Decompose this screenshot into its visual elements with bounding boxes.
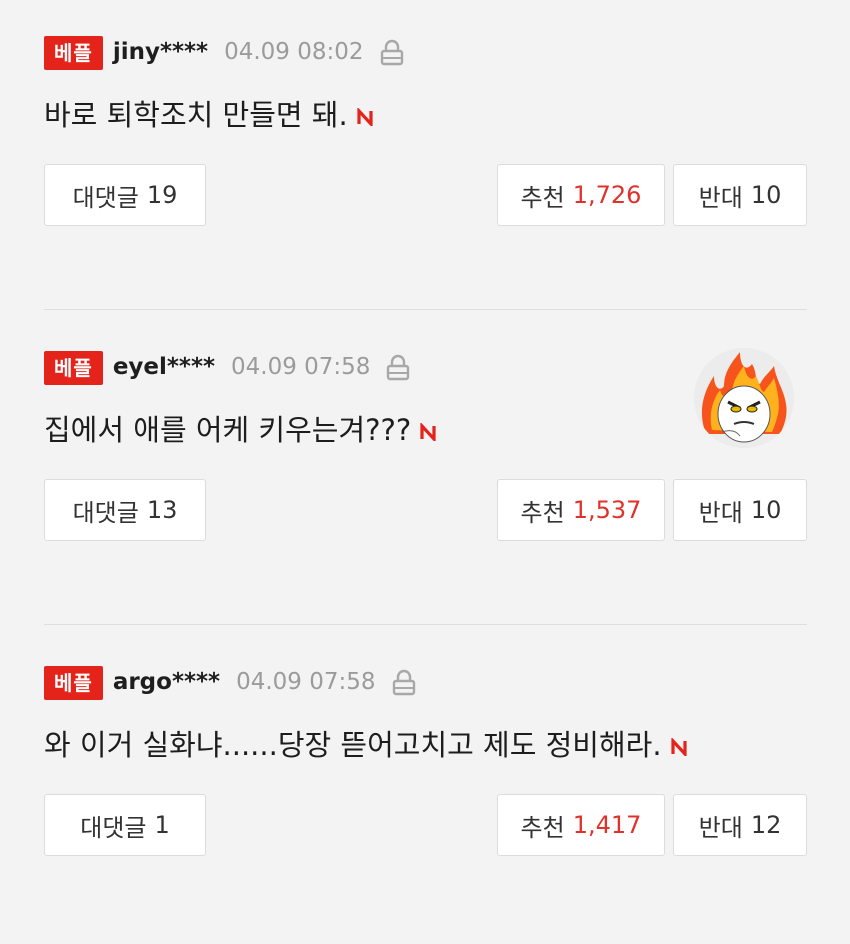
comment-header: 베플 eyel**** 04.09 07:58 [44, 351, 410, 385]
dislike-button[interactable]: 반대 10 [673, 479, 807, 541]
divider [44, 309, 807, 310]
timestamp: 04.09 07:58 [236, 669, 376, 695]
new-n-icon [356, 99, 374, 129]
dislike-button[interactable]: 반대 10 [673, 164, 807, 226]
best-badge: 베플 [44, 36, 103, 70]
like-count: 1,417 [572, 811, 642, 839]
username[interactable]: jiny**** [113, 39, 208, 65]
best-badge: 베플 [44, 351, 103, 385]
comment-text: 바로 퇴학조치 만들면 돼. [44, 92, 374, 134]
new-n-icon [670, 729, 688, 759]
comment-item: 베플 jiny**** 04.09 08:02 바로 퇴학조치 만들면 돼. 대… [0, 0, 850, 314]
lock-icon[interactable] [380, 39, 404, 67]
username[interactable]: eyel**** [113, 354, 215, 380]
best-badge: 베플 [44, 666, 103, 700]
reply-button[interactable]: 대댓글 1 [44, 794, 206, 856]
username[interactable]: argo**** [113, 669, 220, 695]
comment-text: 집에서 애를 어케 키우는겨??? [44, 407, 437, 449]
like-button[interactable]: 추천 1,726 [497, 164, 665, 226]
like-button[interactable]: 추천 1,537 [497, 479, 665, 541]
lock-icon[interactable] [386, 354, 410, 382]
new-n-icon [419, 414, 437, 444]
timestamp: 04.09 08:02 [224, 39, 364, 65]
reply-button[interactable]: 대댓글 19 [44, 164, 206, 226]
lock-icon[interactable] [392, 669, 416, 697]
like-button[interactable]: 추천 1,417 [497, 794, 665, 856]
timestamp: 04.09 07:58 [231, 354, 371, 380]
dislike-button[interactable]: 반대 12 [673, 794, 807, 856]
like-count: 1,537 [572, 496, 642, 524]
comment-item: 베플 argo**** 04.09 07:58 와 이거 실화냐......당장… [0, 630, 850, 944]
divider [44, 624, 807, 625]
comment-header: 베플 argo**** 04.09 07:58 [44, 666, 416, 700]
comment-header: 베플 jiny**** 04.09 08:02 [44, 36, 404, 70]
flaming-angry-face-avatar[interactable] [694, 348, 794, 448]
comment-text: 와 이거 실화냐......당장 뜯어고치고 제도 정비해라. [44, 722, 688, 764]
reply-button[interactable]: 대댓글 13 [44, 479, 206, 541]
like-count: 1,726 [572, 181, 642, 209]
